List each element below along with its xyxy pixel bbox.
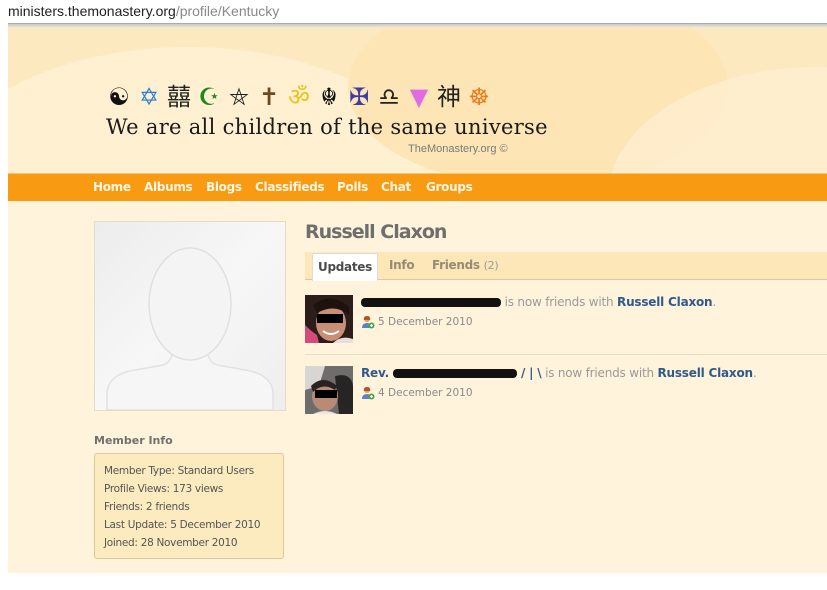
- actor-prefix: Rev.: [361, 366, 393, 380]
- site-header: ☯ ✡ 囍 ☪ ⛤ ✝ ॐ ☬ ✠ ♎ ▼ 神 ☸ We are all children of the…: [8, 27, 827, 173]
- tab-friends-count: (2): [483, 259, 499, 272]
- redacted-name: [361, 298, 501, 307]
- add-friend-icon: [362, 387, 375, 400]
- nav-chat[interactable]: Chat: [381, 174, 411, 201]
- profile-name: Russell Claxon: [305, 221, 447, 243]
- double-happiness-icon: 囍: [167, 83, 191, 111]
- nav-home[interactable]: Home: [93, 174, 131, 201]
- feed-date: 5 December 2010: [361, 315, 473, 329]
- main-nav: Home Albums Blogs Classifieds Polls Chat…: [8, 173, 827, 201]
- pink-triangle-icon: ▼: [409, 83, 429, 111]
- member-type: Member Type: Standard Users: [104, 465, 254, 477]
- url-host: ministers.themonastery.org: [8, 3, 176, 19]
- joined-date: Joined: 28 November 2010: [104, 537, 238, 549]
- redacted-name: [392, 369, 517, 378]
- islam-crescent-icon: ☪: [198, 83, 220, 111]
- tab-info[interactable]: Info: [389, 252, 415, 279]
- feed-action: is now friends with: [541, 366, 658, 380]
- feed-target-link[interactable]: Russell Claxon: [617, 295, 713, 309]
- tab-updates[interactable]: Updates: [312, 253, 378, 281]
- last-update: Last Update: 5 December 2010: [104, 519, 261, 531]
- profile-views: Profile Views: 173 views: [104, 483, 224, 495]
- default-avatar-silhouette-icon: [95, 222, 285, 411]
- add-friend-icon: [362, 316, 375, 329]
- nav-blogs[interactable]: Blogs: [206, 174, 242, 201]
- tab-friends-label: Friends: [432, 258, 480, 272]
- nav-albums[interactable]: Albums: [144, 174, 193, 201]
- feed-date-text: 5 December 2010: [378, 316, 473, 328]
- shinto-kanji-icon: 神: [437, 83, 461, 111]
- feed-actor-link[interactable]: [361, 295, 501, 309]
- nav-classifieds[interactable]: Classifieds: [255, 174, 325, 201]
- member-info-panel: Member Type: Standard Users Profile View…: [94, 453, 284, 559]
- friend-thumbnail[interactable]: [305, 366, 353, 414]
- address-bar[interactable]: ministers.themonastery.org/profile/Kentu…: [0, 0, 827, 22]
- feed-date-text: 4 December 2010: [378, 387, 473, 399]
- celtic-cross-icon: ✠: [348, 83, 370, 111]
- member-info-heading: Member Info: [94, 434, 173, 447]
- nav-polls[interactable]: Polls: [337, 174, 368, 201]
- religious-symbols-logo[interactable]: ☯ ✡ 囍 ☪ ⛤ ✝ ॐ ☬ ✠ ♎ ▼ 神 ☸: [106, 83, 492, 111]
- star-of-david-icon: ✡: [138, 83, 160, 111]
- tab-updates-label: Updates: [318, 260, 372, 274]
- friend-thumbnail[interactable]: [305, 295, 353, 343]
- khanda-icon: ☬: [320, 83, 338, 111]
- feed-text: Rev. / | \ is now friends with Russell C…: [361, 366, 757, 380]
- tab-info-label: Info: [389, 258, 415, 272]
- profile-avatar[interactable]: [94, 221, 286, 411]
- site-tagline: We are all children of the same universe: [106, 115, 548, 139]
- feed-action: is now friends with: [501, 295, 618, 309]
- nav-groups[interactable]: Groups: [426, 174, 473, 201]
- site-copyright: TheMonastery.org ©: [408, 143, 508, 155]
- yin-yang-icon: ☯: [108, 83, 130, 111]
- feed-target-link[interactable]: Russell Claxon: [657, 366, 753, 380]
- om-icon: ॐ: [288, 83, 310, 111]
- dharma-wheel-icon: ☸: [468, 83, 490, 111]
- feed-divider: [305, 354, 827, 355]
- feed-text: is now friends with Russell Claxon.: [361, 295, 716, 309]
- pentacle-icon: ⛤: [229, 83, 249, 111]
- friend-photo-icon: [305, 295, 353, 343]
- tab-friends[interactable]: Friends (2): [432, 252, 499, 279]
- feed-end: .: [752, 366, 757, 380]
- feed-end: .: [712, 295, 717, 309]
- friend-photo-icon: [305, 366, 353, 414]
- feed-actor-link[interactable]: Rev. / | \: [361, 366, 542, 380]
- profile-tabs: Updates Info Friends (2): [305, 252, 827, 281]
- libra-icon: ♎: [378, 83, 400, 111]
- friends-count: Friends: 2 friends: [104, 501, 190, 513]
- page: ☯ ✡ 囍 ☪ ⛤ ✝ ॐ ☬ ✠ ♎ ▼ 神 ☸ We are all children of the…: [8, 27, 827, 573]
- feed-date: 4 December 2010: [361, 386, 473, 400]
- latin-cross-icon: ✝: [258, 83, 280, 111]
- actor-suffix: / | \: [516, 366, 542, 380]
- url-path: /profile/Kentucky: [175, 3, 280, 19]
